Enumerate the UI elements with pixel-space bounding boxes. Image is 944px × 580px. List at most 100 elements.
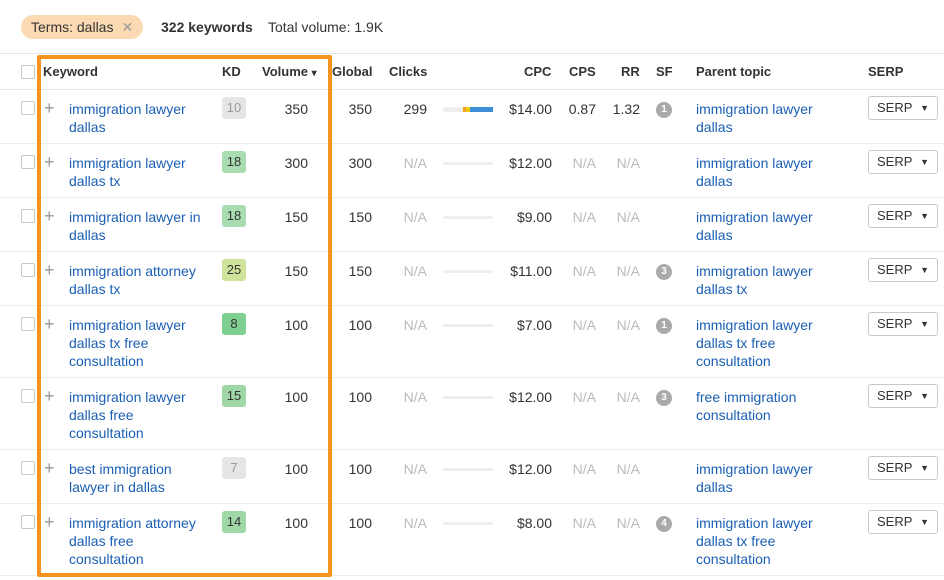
col-volume-label: Volume xyxy=(262,64,308,79)
col-kd[interactable]: KD xyxy=(222,64,241,79)
plus-icon[interactable]: + xyxy=(44,206,55,227)
kd-badge: 7 xyxy=(222,457,246,479)
serp-button-label: SERP xyxy=(877,100,913,115)
keyword-link[interactable]: best immigration lawyer in dallas xyxy=(69,460,209,496)
plus-icon[interactable]: + xyxy=(44,314,55,335)
keyword-link[interactable]: immigration lawyer dallas tx xyxy=(69,154,209,190)
serp-features-badge[interactable]: 4 xyxy=(656,516,672,532)
parent-topic-link[interactable]: immigration lawyer dallas tx free consul… xyxy=(696,316,836,370)
serp-button[interactable]: SERP ▼ xyxy=(868,312,938,336)
parent-topic-link[interactable]: free immigration consultation xyxy=(696,388,836,424)
serp-button[interactable]: SERP ▼ xyxy=(868,150,938,174)
caret-down-icon: ▼ xyxy=(920,211,929,221)
parent-topic-link[interactable]: immigration lawyer dallas xyxy=(696,460,836,496)
col-cpc[interactable]: CPC xyxy=(524,64,551,79)
row-checkbox[interactable] xyxy=(21,209,35,223)
serp-button-label: SERP xyxy=(877,460,913,475)
rr-value: N/A xyxy=(616,515,640,531)
global-value: 150 xyxy=(348,263,372,279)
plus-icon[interactable]: + xyxy=(44,512,55,533)
col-clicks[interactable]: Clicks xyxy=(389,64,427,79)
col-rr[interactable]: RR xyxy=(621,64,640,79)
cps-value: N/A xyxy=(572,389,596,405)
clicks-bar xyxy=(443,522,493,525)
clicks-value: N/A xyxy=(403,317,427,333)
plus-icon[interactable]: + xyxy=(44,152,55,173)
cpc-value: $12.00 xyxy=(509,155,552,171)
caret-down-icon: ▼ xyxy=(920,391,929,401)
keyword-link[interactable]: immigration lawyer dallas xyxy=(69,100,209,136)
col-volume[interactable]: Volume ▾ xyxy=(262,64,317,79)
table-row: + immigration lawyer in dallas 18 150 150 N/A… xyxy=(0,198,944,252)
cpc-value: $7.00 xyxy=(516,317,552,333)
table-row: + immigration lawyer dallas tx free consu… xyxy=(0,306,944,378)
plus-icon[interactable]: + xyxy=(44,260,55,281)
col-global[interactable]: Global xyxy=(332,64,372,79)
plus-icon[interactable]: + xyxy=(44,386,55,407)
serp-button[interactable]: SERP ▼ xyxy=(868,204,938,228)
table-row: + best immigration lawyer in dallas 7 100 10… xyxy=(0,450,944,504)
keyword-link[interactable]: immigration attorney dallas tx xyxy=(69,262,209,298)
volume-value: 100 xyxy=(284,317,308,333)
kd-badge: 8 xyxy=(222,313,246,335)
kd-badge: 14 xyxy=(222,511,246,533)
keyword-link[interactable]: immigration lawyer dallas free consultat… xyxy=(69,388,209,442)
global-value: 100 xyxy=(348,317,372,333)
cpc-value: $12.00 xyxy=(509,461,552,477)
rr-value: N/A xyxy=(616,209,640,225)
col-keyword[interactable]: Keyword xyxy=(43,64,98,79)
keyword-link[interactable]: immigration lawyer dallas tx free consul… xyxy=(69,316,209,370)
serp-features-badge[interactable]: 3 xyxy=(656,390,672,406)
filter-chip-label: Terms: dallas xyxy=(31,19,114,35)
cpc-value: $12.00 xyxy=(509,389,552,405)
keyword-link[interactable]: immigration attorney dallas free consult… xyxy=(69,514,209,568)
parent-topic-link[interactable]: immigration lawyer dallas xyxy=(696,154,836,190)
serp-features-badge[interactable]: 3 xyxy=(656,264,672,280)
caret-down-icon: ▼ xyxy=(920,463,929,473)
select-all-checkbox[interactable] xyxy=(21,65,35,79)
col-sf[interactable]: SF xyxy=(656,64,673,79)
row-checkbox[interactable] xyxy=(21,461,35,475)
serp-button[interactable]: SERP ▼ xyxy=(868,456,938,480)
table-row: + immigration attorney dallas tx 25 150 150 N… xyxy=(0,252,944,306)
kd-badge: 25 xyxy=(222,259,246,281)
row-checkbox[interactable] xyxy=(21,101,35,115)
clicks-value: N/A xyxy=(403,461,427,477)
filter-chip[interactable]: Terms: dallas ✕ xyxy=(21,15,144,39)
serp-button-label: SERP xyxy=(877,154,913,169)
cps-value: N/A xyxy=(572,515,596,531)
col-cps[interactable]: CPS xyxy=(569,64,596,79)
row-checkbox[interactable] xyxy=(21,389,35,403)
rr-value: N/A xyxy=(616,155,640,171)
keyword-link[interactable]: immigration lawyer in dallas xyxy=(69,208,209,244)
table-row: + immigration lawyer dallas free consulta… xyxy=(0,378,944,450)
serp-button[interactable]: SERP ▼ xyxy=(868,384,938,408)
clicks-bar xyxy=(443,396,493,399)
plus-icon[interactable]: + xyxy=(44,458,55,479)
parent-topic-link[interactable]: immigration lawyer dallas xyxy=(696,208,836,244)
col-serp: SERP xyxy=(868,64,904,79)
serp-features-badge[interactable]: 1 xyxy=(656,318,672,334)
serp-features-badge[interactable]: 1 xyxy=(656,102,672,118)
parent-topic-link[interactable]: immigration lawyer dallas xyxy=(696,100,836,136)
plus-icon[interactable]: + xyxy=(44,98,55,119)
cps-value: N/A xyxy=(572,155,596,171)
clicks-bar xyxy=(443,468,493,471)
parent-topic-link[interactable]: immigration lawyer dallas tx xyxy=(696,262,836,298)
serp-button[interactable]: SERP ▼ xyxy=(868,510,938,534)
serp-button[interactable]: SERP ▼ xyxy=(868,258,938,282)
caret-down-icon: ▼ xyxy=(920,103,929,113)
row-checkbox[interactable] xyxy=(21,263,35,277)
cps-value: N/A xyxy=(572,209,596,225)
row-checkbox[interactable] xyxy=(21,155,35,169)
row-checkbox[interactable] xyxy=(21,515,35,529)
keyword-count: 322 keywords xyxy=(161,19,253,35)
serp-button[interactable]: SERP ▼ xyxy=(868,96,938,120)
close-icon[interactable]: ✕ xyxy=(121,19,133,36)
kd-badge: 15 xyxy=(222,385,246,407)
row-checkbox[interactable] xyxy=(21,317,35,331)
serp-button-label: SERP xyxy=(877,262,913,277)
clicks-value: N/A xyxy=(403,209,427,225)
col-parent-topic[interactable]: Parent topic xyxy=(696,64,771,79)
parent-topic-link[interactable]: immigration lawyer dallas tx free consul… xyxy=(696,514,836,568)
